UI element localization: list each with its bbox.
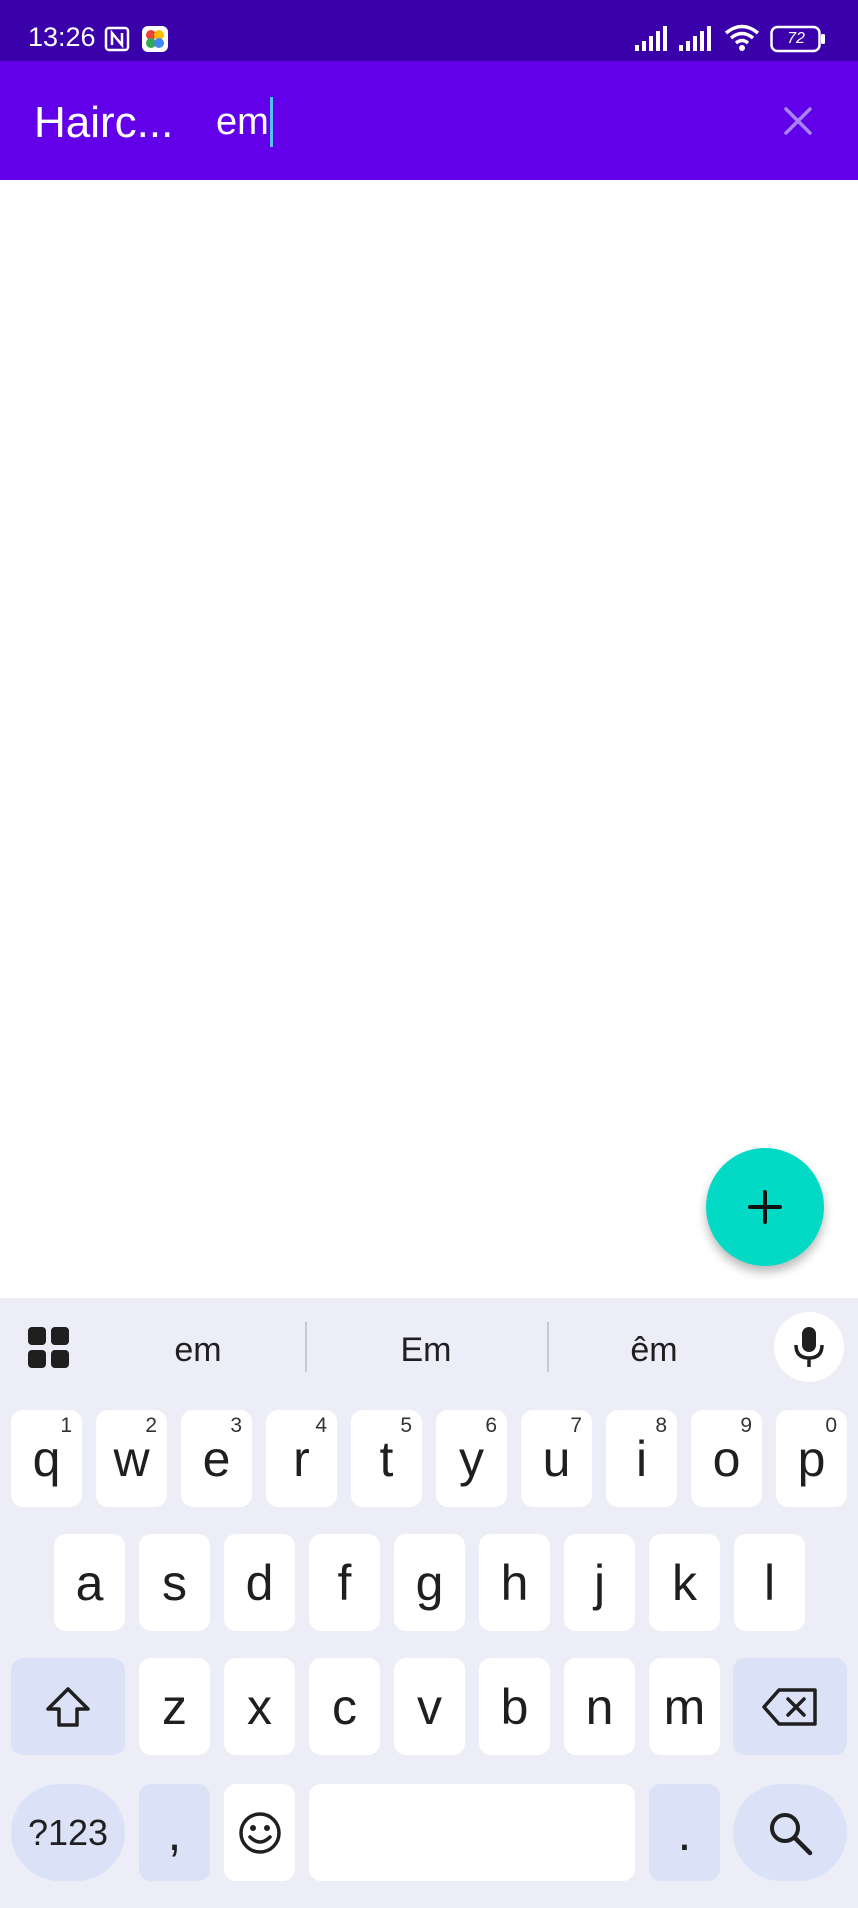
key-h[interactable]: h xyxy=(479,1534,550,1631)
keyboard: em Em êm q1 w2 e3 r4 t5 y6 u7 i8 o9 p0 a… xyxy=(0,1298,858,1908)
search-icon xyxy=(770,1812,813,1855)
key-s[interactable]: s xyxy=(139,1534,210,1631)
key-n[interactable]: n xyxy=(564,1658,635,1755)
content-area xyxy=(0,180,858,1298)
key-u[interactable]: u7 xyxy=(521,1410,592,1507)
battery-level: 72 xyxy=(787,30,805,47)
app-bar: Hairc... em xyxy=(0,61,858,180)
page-title: Hairc... xyxy=(34,98,174,147)
symbols-key[interactable]: ?123 xyxy=(11,1784,125,1881)
suggestion-2[interactable]: Em xyxy=(336,1320,516,1380)
add-icon xyxy=(748,1190,782,1224)
shift-key[interactable] xyxy=(11,1658,125,1755)
key-w[interactable]: w2 xyxy=(96,1410,167,1507)
key-d[interactable]: d xyxy=(224,1534,295,1631)
key-t[interactable]: t5 xyxy=(351,1410,422,1507)
key-p[interactable]: p0 xyxy=(776,1410,847,1507)
key-b[interactable]: b xyxy=(479,1658,550,1755)
backspace-icon xyxy=(762,1687,817,1726)
status-bar: 13:26 72 xyxy=(0,0,858,61)
search-key[interactable] xyxy=(733,1784,847,1881)
divider xyxy=(547,1322,549,1372)
suggestion-1[interactable]: em xyxy=(108,1320,288,1380)
key-a[interactable]: a xyxy=(54,1534,125,1631)
key-j[interactable]: j xyxy=(564,1534,635,1631)
key-e[interactable]: e3 xyxy=(181,1410,252,1507)
status-time: 13:26 xyxy=(28,22,96,52)
emoji-icon xyxy=(238,1811,281,1854)
backspace-key[interactable] xyxy=(733,1658,847,1755)
key-q[interactable]: q1 xyxy=(11,1410,82,1507)
voice-input-button[interactable] xyxy=(774,1312,844,1382)
search-input[interactable]: em xyxy=(216,97,273,147)
microphone-icon xyxy=(794,1327,824,1367)
key-k[interactable]: k xyxy=(649,1534,720,1631)
suggestion-3[interactable]: êm xyxy=(564,1320,744,1380)
key-o[interactable]: o9 xyxy=(691,1410,762,1507)
emoji-key[interactable] xyxy=(224,1784,295,1881)
key-i[interactable]: i8 xyxy=(606,1410,677,1507)
add-button[interactable] xyxy=(706,1148,824,1266)
text-cursor xyxy=(269,97,273,147)
key-x[interactable]: x xyxy=(224,1658,295,1755)
key-r[interactable]: r4 xyxy=(266,1410,337,1507)
key-c[interactable]: c xyxy=(309,1658,380,1755)
nfc-icon xyxy=(104,26,130,52)
key-y[interactable]: y6 xyxy=(436,1410,507,1507)
wifi-icon xyxy=(724,24,760,51)
key-v[interactable]: v xyxy=(394,1658,465,1755)
signal-icon xyxy=(679,26,711,51)
apps-grid-icon[interactable] xyxy=(28,1327,70,1369)
divider xyxy=(305,1322,307,1372)
search-input-value: em xyxy=(216,100,269,143)
key-m[interactable]: m xyxy=(649,1658,720,1755)
shift-icon xyxy=(46,1686,90,1727)
key-z[interactable]: z xyxy=(139,1658,210,1755)
key-f[interactable]: f xyxy=(309,1534,380,1631)
space-key[interactable] xyxy=(309,1784,635,1881)
key-l[interactable]: l xyxy=(734,1534,805,1631)
comma-key[interactable]: , xyxy=(139,1784,210,1881)
app-notification-icon xyxy=(142,26,168,52)
signal-icon xyxy=(635,26,667,51)
close-icon[interactable] xyxy=(778,101,818,141)
battery-icon: 72 xyxy=(770,25,826,53)
key-g[interactable]: g xyxy=(394,1534,465,1631)
period-key[interactable]: . xyxy=(649,1784,720,1881)
